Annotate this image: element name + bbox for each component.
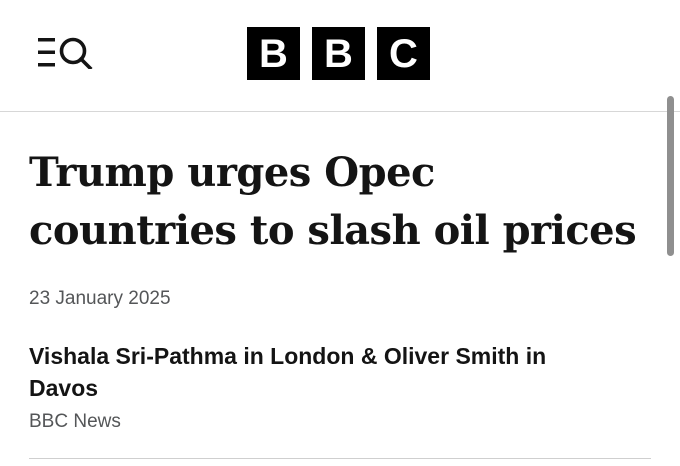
byline-line-1: Vishala Sri-Pathma in London & Oliver Sm… [29,343,547,369]
site-header: B B C [0,0,680,112]
headline-line-2: countries to slash oil prices [29,207,637,254]
logo-letter-c: C [377,27,430,80]
scrollbar[interactable] [667,96,674,256]
menu-icon[interactable] [38,38,55,67]
author-byline: Vishala Sri-Pathma in London & Oliver Sm… [29,340,649,404]
bbc-logo[interactable]: B B C [247,27,430,80]
article-headline: Trump urges Opec countries to slash oil … [29,144,659,260]
headline-line-1: Trump urges Opec [29,149,435,196]
menu-search-button[interactable] [38,37,108,69]
article-source: BBC News [29,411,121,432]
logo-letter-b1: B [247,27,300,80]
divider [29,458,651,459]
byline-line-2: Davos [29,375,99,401]
search-icon[interactable] [59,37,93,69]
publish-date: 23 January 2025 [29,288,171,309]
logo-letter-b2: B [312,27,365,80]
